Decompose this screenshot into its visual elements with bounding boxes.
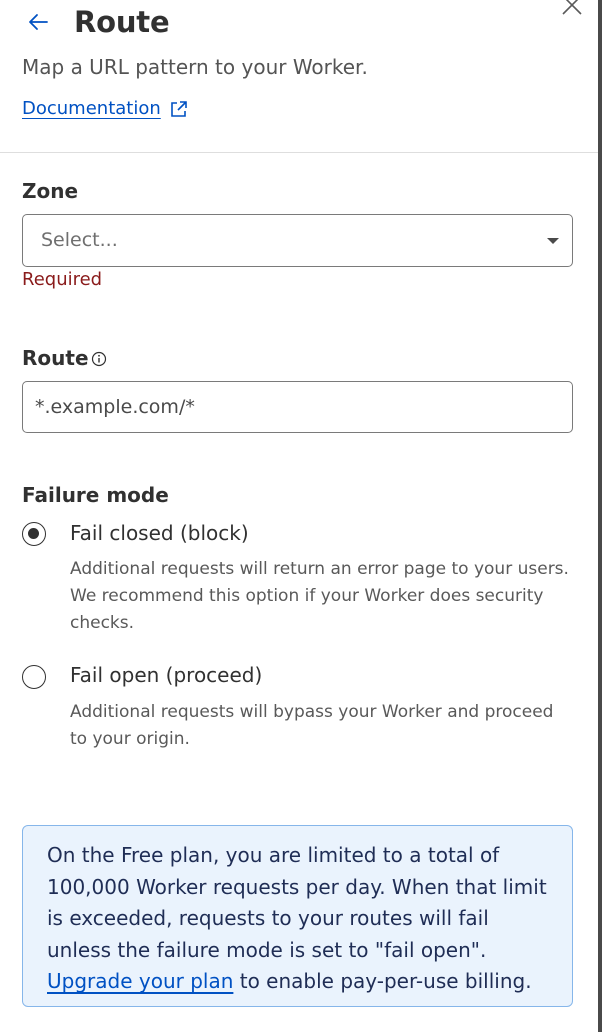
fail-open-radio[interactable]	[22, 665, 46, 689]
route-label: Route	[22, 346, 89, 370]
fail-closed-radio[interactable]	[22, 522, 46, 546]
page-title: Route	[74, 5, 170, 39]
zone-label: Zone	[22, 179, 79, 203]
close-icon	[562, 0, 582, 15]
failure-mode-label: Failure mode	[22, 483, 169, 507]
zone-select-placeholder: Select...	[41, 229, 118, 251]
back-button[interactable]	[26, 7, 56, 37]
fail-open-description: Additional requests will bypass your Wor…	[70, 702, 554, 749]
route-input[interactable]	[22, 381, 573, 433]
fail-open-label[interactable]: Fail open (proceed)	[70, 663, 262, 687]
header-divider	[0, 152, 598, 153]
free-plan-notice: On the Free plan, you are limited to a t…	[22, 825, 573, 1007]
arrow-left-icon	[29, 14, 48, 30]
fail-closed-label[interactable]: Fail closed (block)	[70, 521, 249, 545]
route-panel: Route Map a URL pattern to your Worker. …	[0, 0, 602, 1032]
page-subtitle: Map a URL pattern to your Worker.	[22, 55, 368, 79]
fail-closed-description: Additional requests will return an error…	[70, 559, 569, 633]
documentation-row: Documentation	[22, 98, 189, 119]
caret-down-icon	[547, 238, 559, 244]
panel-header: Route	[22, 2, 170, 42]
documentation-link[interactable]: Documentation	[22, 98, 161, 119]
notice-text-after: to enable pay-per-use billing.	[233, 969, 532, 993]
scrollbar[interactable]	[598, 0, 602, 1032]
zone-select[interactable]: Select...	[22, 214, 573, 267]
close-button[interactable]	[559, 0, 585, 18]
external-link-icon[interactable]	[169, 99, 189, 119]
zone-error: Required	[22, 269, 103, 290]
upgrade-plan-link[interactable]: Upgrade your plan	[47, 969, 233, 993]
info-icon[interactable]	[91, 351, 107, 367]
notice-text: On the Free plan, you are limited to a t…	[47, 843, 547, 962]
